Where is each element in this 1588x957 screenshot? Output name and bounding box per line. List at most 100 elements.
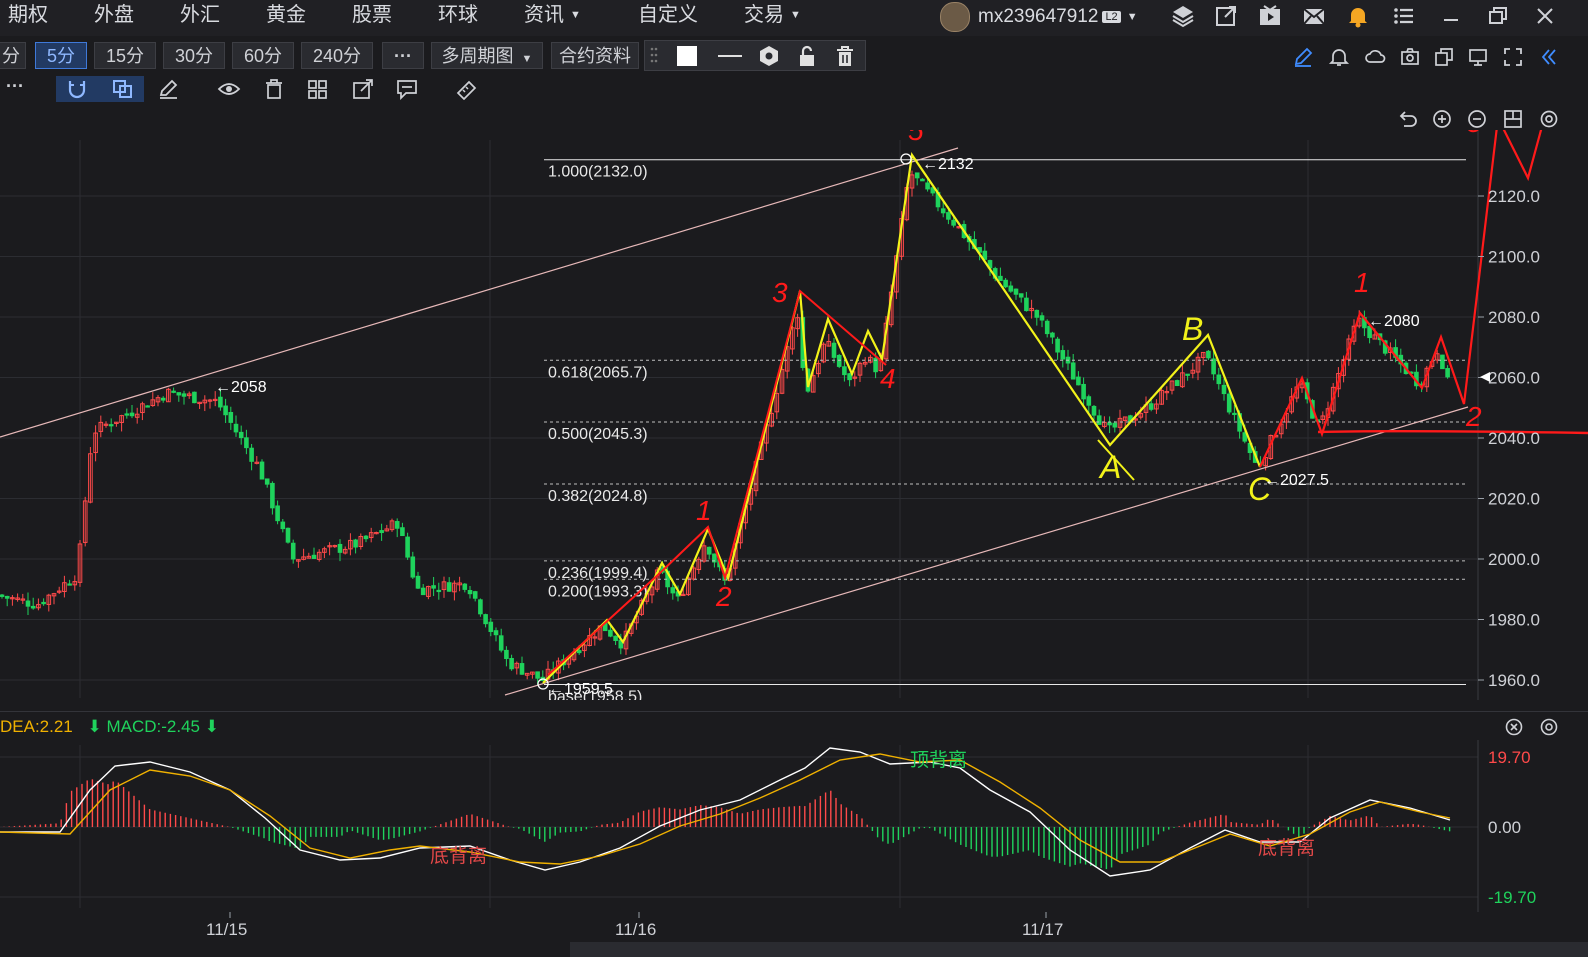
external-window-icon[interactable] (1213, 3, 1239, 29)
unlock-icon[interactable] (795, 44, 819, 68)
close-icon[interactable] (1532, 3, 1558, 29)
candlestick-chart[interactable]: 1.000(2132.0) 0.618(2065.7) 0.500(2045.3) 0… (0, 130, 1588, 700)
nav-news[interactable]: 资讯 ▼ (524, 0, 581, 34)
channel-lower-line[interactable] (504, 406, 1469, 696)
restore-icon[interactable] (1485, 3, 1511, 29)
candle-body (410, 556, 416, 578)
period-5min[interactable]: 5分 (35, 42, 87, 69)
multi-period-dropdown[interactable]: 多周期图 ▼ (431, 42, 543, 69)
more-periods-button[interactable]: ··· (382, 42, 424, 69)
alert-bell-icon[interactable] (1328, 46, 1350, 68)
date-label-11-16: 11/16 (615, 920, 657, 939)
candle-body (1148, 403, 1154, 410)
wave-label-red: 2 (1465, 401, 1482, 432)
contract-info-button[interactable]: 合约资料 (551, 42, 639, 69)
price-mark-label: ←1959.5 (548, 681, 613, 698)
close-indicator-icon[interactable] (1503, 716, 1525, 738)
period-240min[interactable]: 240分 (301, 42, 373, 69)
chart-settings-icon[interactable] (1538, 108, 1560, 130)
period-60min[interactable]: 60分 (232, 42, 294, 69)
cloud-icon[interactable] (1364, 46, 1386, 68)
price-tick-label: 2080.0 (1488, 308, 1540, 327)
candle-body (176, 392, 182, 396)
price-tick-label: 2100.0 (1488, 248, 1540, 267)
zoom-out-icon[interactable] (1466, 108, 1488, 130)
bell-icon[interactable] (1345, 3, 1371, 29)
comment-icon[interactable] (395, 78, 419, 100)
timeline-scrollbar[interactable] (570, 942, 1588, 957)
candle-body (275, 505, 280, 522)
candle-body (1024, 297, 1029, 312)
candle-body (353, 539, 358, 548)
layers-icon[interactable] (1170, 3, 1196, 29)
color-swatch-white[interactable] (677, 46, 697, 66)
overlap-icon[interactable] (111, 78, 135, 100)
chart-grid (0, 130, 1479, 700)
delete-icon[interactable] (262, 78, 286, 100)
video-icon[interactable] (1257, 3, 1283, 29)
layout-icon[interactable] (1502, 108, 1524, 130)
macd-tick-label: 0.00 (1488, 818, 1521, 837)
ruler-icon[interactable] (455, 78, 479, 100)
nav-trade[interactable]: 交易 ▼ (744, 0, 801, 34)
candle-body (493, 630, 499, 636)
trash-icon[interactable] (833, 44, 857, 68)
pencil-icon[interactable] (1292, 46, 1314, 68)
nav-global[interactable]: 环球 (438, 0, 478, 34)
candle-body (1013, 288, 1019, 295)
line-width-icon[interactable] (715, 45, 745, 67)
nav-overseas[interactable]: 外盘 (94, 0, 134, 34)
candle-body (1086, 396, 1092, 406)
period-15min[interactable]: 15分 (94, 42, 156, 69)
candle-body (998, 275, 1003, 281)
macd-chart[interactable]: 底背离 顶背离底背离 19.70 0.00 -19.70 (0, 740, 1588, 912)
candle-body (285, 527, 291, 543)
period-30min[interactable]: 30分 (163, 42, 225, 69)
menu-list-icon[interactable] (1391, 3, 1417, 29)
camera-icon[interactable] (1399, 46, 1421, 68)
eye-icon[interactable] (217, 78, 241, 100)
drawing-more-button[interactable]: ··· (6, 76, 24, 97)
candle-body (1070, 362, 1076, 380)
nav-custom[interactable]: 自定义 (638, 0, 698, 34)
candle-body (1034, 309, 1040, 318)
candle-body (1445, 368, 1450, 378)
indicator-settings-icon[interactable] (1538, 716, 1560, 738)
candle-body (25, 600, 31, 607)
fibonacci-retracement[interactable]: 1.000(2132.0) 0.618(2065.7) 0.500(2045.3) 0… (544, 159, 1466, 700)
mail-icon[interactable] (1301, 3, 1327, 29)
grid-tools-icon[interactable] (306, 78, 330, 100)
fullscreen-icon[interactable] (1502, 46, 1524, 68)
wave-label-red: 4 (880, 363, 896, 394)
undo-icon[interactable] (1396, 108, 1418, 130)
candle-body (836, 354, 842, 367)
macd-value: MACD:-2.45 (106, 717, 201, 736)
monitor-icon[interactable] (1467, 46, 1489, 68)
nav-options[interactable]: 期权 (8, 0, 48, 34)
channel-upper-line[interactable] (0, 147, 959, 438)
nav-gold[interactable]: 黄金 (266, 0, 306, 34)
user-menu[interactable]: mx239647912 L2 ▼ (940, 0, 1138, 34)
period-partial[interactable]: 分 (0, 42, 26, 69)
pen-icon[interactable] (157, 78, 181, 100)
divergence-label: 底背离 (1258, 837, 1315, 859)
settings-hex-icon[interactable] (757, 44, 781, 68)
nav-stocks[interactable]: 股票 (352, 0, 392, 34)
drag-handle-icon[interactable] (649, 45, 659, 67)
candle-body (400, 527, 405, 537)
copy-icon[interactable] (1433, 46, 1455, 68)
candle-body (670, 587, 676, 594)
price-tick-label: 2120.0 (1488, 187, 1540, 206)
export-icon[interactable] (351, 78, 375, 100)
collapse-panel-icon[interactable] (1537, 46, 1559, 68)
divergence-label: 顶背离 (910, 749, 967, 771)
fib-anchor-handle[interactable] (900, 153, 912, 165)
candle-body (462, 583, 468, 590)
price-axis[interactable]: 2120.0 2100.0 2080.0 2060.0 2040.0 2020.0 2000… (1478, 187, 1540, 690)
candle-body (280, 521, 286, 530)
nav-forex[interactable]: 外汇 (180, 0, 220, 34)
minimize-icon[interactable] (1438, 3, 1464, 29)
candle-body (1096, 415, 1102, 425)
zoom-in-icon[interactable] (1431, 108, 1453, 130)
magnet-icon[interactable] (65, 78, 89, 100)
